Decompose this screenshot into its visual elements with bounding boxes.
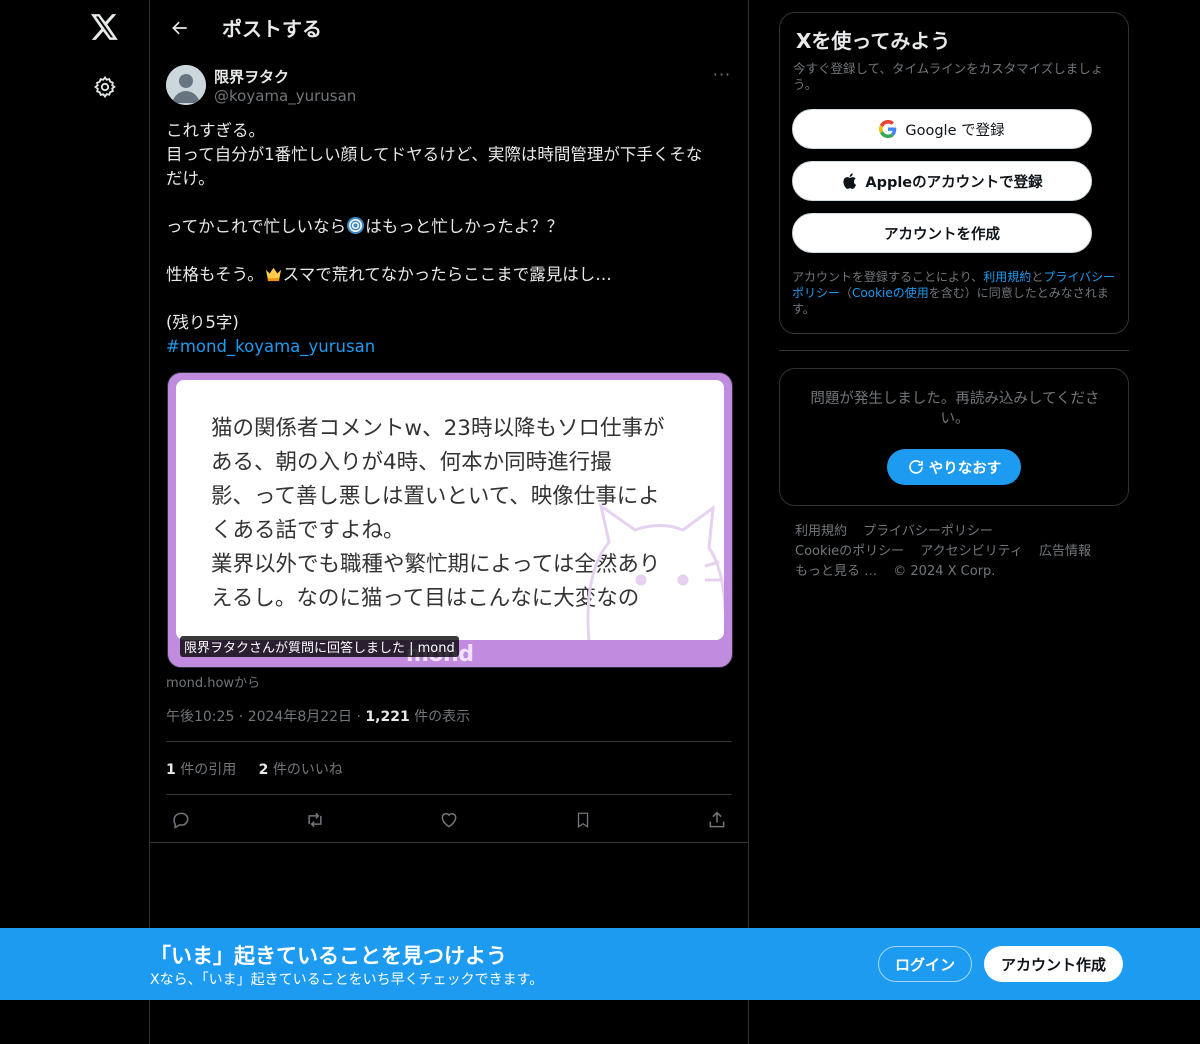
- cat-illustration-icon: [586, 502, 724, 640]
- terms-link[interactable]: 利用規約: [983, 270, 1031, 284]
- repost-icon[interactable]: [302, 807, 328, 833]
- reply-icon[interactable]: [168, 807, 194, 833]
- retry-label: やりなおす: [928, 460, 1002, 477]
- divider: [779, 350, 1129, 351]
- card-text-line: 猫の関係者コメントw、23時以降もソロ仕事が: [211, 416, 665, 441]
- apple-signup-button[interactable]: Appleのアカウントで登録: [792, 161, 1092, 201]
- footer-cookie-link[interactable]: Cookieのポリシー: [795, 544, 904, 559]
- login-button[interactable]: ログイン: [878, 946, 972, 982]
- divider: [166, 794, 732, 795]
- signup-subtitle: 今すぐ登録して、タイムラインをカスタマイズしましょう。: [793, 61, 1104, 92]
- signup-legal-text: アカウントを登録することにより、利用規約とプライバシーポリシー（Cookieの使…: [792, 269, 1122, 317]
- more-icon[interactable]: ···: [710, 62, 734, 86]
- banner-subtitle: Xなら、「いま」起きていることをいち早くチェックできます。: [150, 972, 544, 988]
- post-stats: 1 件の引用 2 件のいいね: [166, 759, 361, 779]
- footer-privacy-link[interactable]: プライバシーポリシー: [863, 524, 993, 539]
- post-line-blank: [166, 287, 726, 311]
- post-line-blank: [166, 191, 726, 215]
- post-meta: 午後10:25 · 2024年8月22日 · 1,221 件の表示: [166, 706, 470, 726]
- hashtag-link[interactable]: #mond_koyama_yurusan: [166, 335, 726, 359]
- footer-links: 利用規約 プライバシーポリシー Cookieのポリシー アクセシビリティ 広告情…: [795, 522, 1115, 582]
- legal-text: と: [1031, 270, 1044, 284]
- banner-title: 「いま」起きていることを見つけよう: [150, 944, 507, 968]
- google-signup-label: Google で登録: [905, 122, 1005, 139]
- error-message: 問題が発生しました。再読み込みしてください。: [810, 391, 1100, 427]
- signup-title: Xを使ってみよう: [796, 29, 951, 53]
- cyclone-emoji-icon: [347, 216, 365, 235]
- card-image: 猫の関係者コメントw、23時以降もソロ仕事が ある、朝の入りが4時、何本か同時進…: [176, 380, 724, 640]
- post-actions: [166, 807, 732, 833]
- card-caption: 限界ヲタクさんが質問に回答しました | mond: [180, 636, 459, 657]
- divider: [150, 842, 748, 843]
- back-arrow-icon[interactable]: [164, 12, 196, 44]
- legal-text: （: [840, 286, 853, 300]
- post-line: 性格もそう。 スマで荒れてなかったらここまで露見はし…: [166, 263, 726, 287]
- retry-button[interactable]: やりなおす: [887, 449, 1021, 485]
- left-nav: [0, 0, 150, 1044]
- quote-count: 1: [166, 762, 176, 778]
- post-line-text: はもっと忙しかったよ？？: [365, 217, 564, 236]
- like-stat[interactable]: 2 件のいいね: [259, 762, 343, 778]
- gear-icon[interactable]: [88, 70, 122, 104]
- crown-emoji-icon: [265, 267, 281, 282]
- main-column: ポストする 限界ヲタク @koyama_yurusan ··· これすぎる。 目…: [149, 0, 749, 1044]
- author-handle[interactable]: @koyama_yurusan: [214, 87, 356, 105]
- post-line: 目って自分が1番忙しい顔してドヤるけど、実際は時間管理が下手くそな: [166, 145, 703, 164]
- like-label: 件のいいね: [268, 762, 343, 778]
- signup-button[interactable]: アカウント作成: [984, 946, 1123, 982]
- footer-ads-link[interactable]: 広告情報: [1039, 544, 1091, 559]
- post-line-blank: [166, 239, 726, 263]
- page-title: ポストする: [222, 17, 322, 41]
- view-label: 件の表示: [409, 709, 471, 725]
- avatar[interactable]: [166, 65, 206, 105]
- footer-more-link[interactable]: もっと見る …: [795, 564, 877, 579]
- footer-copyright: © 2024 X Corp.: [893, 564, 996, 579]
- google-signup-button[interactable]: Google で登録: [792, 109, 1092, 149]
- bookmark-icon[interactable]: [570, 807, 596, 833]
- post-line: これすぎる。: [166, 121, 265, 140]
- page-header: ポストする: [150, 0, 748, 55]
- footer-terms-link[interactable]: 利用規約: [795, 524, 847, 539]
- card-source[interactable]: mond.howから: [166, 672, 260, 691]
- quote-stat[interactable]: 1 件の引用: [166, 762, 236, 778]
- post-line: だけ。: [166, 169, 215, 188]
- card-text-line: ある、朝の入りが4時、何本か同時進行撮: [211, 450, 612, 475]
- footer-accessibility-link[interactable]: アクセシビリティ: [920, 544, 1023, 559]
- author-name[interactable]: 限界ヲタク: [214, 66, 289, 87]
- create-account-button[interactable]: アカウントを作成: [792, 213, 1092, 253]
- divider: [166, 741, 732, 742]
- view-count: 1,221: [365, 709, 410, 725]
- legal-text: アカウントを登録することにより、: [792, 270, 984, 284]
- apple-icon: [843, 173, 857, 189]
- quote-label: 件の引用: [175, 762, 237, 778]
- post-line: (残り5字): [166, 313, 239, 332]
- link-card[interactable]: 猫の関係者コメントw、23時以降もソロ仕事が ある、朝の入りが4時、何本か同時進…: [167, 372, 733, 668]
- post-line: ってかこれで忙しいなら はもっと忙しかったよ？？: [166, 215, 726, 239]
- share-icon[interactable]: [704, 807, 730, 833]
- signup-banner: 「いま」起きていることを見つけよう Xなら、「いま」起きていることをいち早くチェ…: [0, 928, 1200, 1000]
- like-count: 2: [258, 762, 269, 778]
- like-icon[interactable]: [436, 807, 462, 833]
- post-text: これすぎる。 目って自分が1番忙しい顔してドヤるけど、実際は時間管理が下手くそな…: [166, 119, 726, 359]
- post-line-text: 性格もそう。: [166, 265, 264, 284]
- x-logo-icon[interactable]: [86, 8, 124, 46]
- cookie-link[interactable]: Cookieの使用: [852, 286, 929, 300]
- post-line-text: ってかこれで忙しいなら: [166, 217, 347, 236]
- apple-signup-label: Appleのアカウントで登録: [865, 174, 1043, 191]
- google-icon: [879, 120, 897, 138]
- error-panel: 問題が発生しました。再読み込みしてください。 やりなおす: [779, 368, 1129, 506]
- refresh-icon: [908, 460, 923, 474]
- signup-panel: Xを使ってみよう 今すぐ登録して、タイムラインをカスタマイズしましょう。 Goo…: [779, 12, 1129, 334]
- post-timestamp[interactable]: 午後10:25 · 2024年8月22日 ·: [166, 709, 365, 725]
- post-line-text: スマで荒れてなかったらここまで露見はし…: [282, 265, 612, 284]
